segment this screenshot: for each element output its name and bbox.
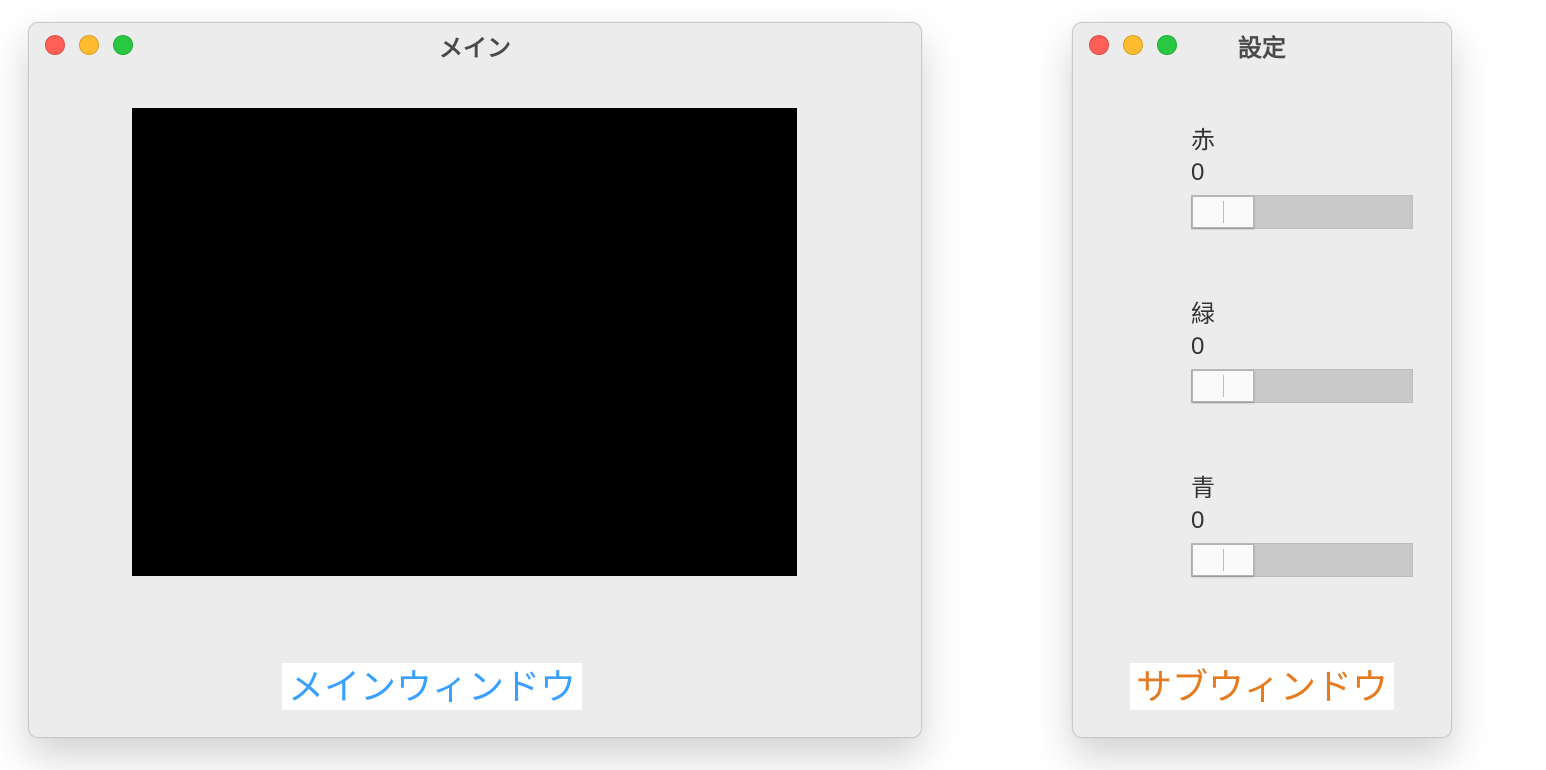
sub-window: 設定 赤 0 緑 0 青 0 [1072,22,1452,738]
sub-window-caption: サブウィンドウ [1130,663,1394,710]
zoom-icon[interactable] [113,35,133,55]
sub-window-title: 設定 [1238,28,1286,63]
slider-label-blue: 青 [1191,476,1471,502]
minimize-icon[interactable] [1123,35,1143,55]
slider-group-red: 赤 0 [1191,128,1471,229]
slider-value-green: 0 [1191,334,1471,360]
slider-green[interactable] [1191,369,1413,403]
slider-value-blue: 0 [1191,508,1471,534]
minimize-icon[interactable] [79,35,99,55]
main-window: メイン [28,22,922,738]
slider-group-green: 緑 0 [1191,302,1471,403]
slider-thumb-blue[interactable] [1192,544,1254,576]
main-window-title: メイン [439,28,511,63]
zoom-icon[interactable] [1157,35,1177,55]
slider-label-green: 緑 [1191,302,1471,328]
close-icon[interactable] [1089,35,1109,55]
sub-window-titlebar[interactable]: 設定 [1073,23,1451,68]
slider-blue[interactable] [1191,543,1413,577]
slider-thumb-green[interactable] [1192,370,1254,402]
main-window-body [29,68,921,738]
main-window-titlebar[interactable]: メイン [29,23,921,68]
sub-window-body: 赤 0 緑 0 青 0 [1073,68,1451,738]
slider-thumb-red[interactable] [1192,196,1254,228]
slider-group-blue: 青 0 [1191,476,1471,577]
color-preview-canvas [132,108,797,576]
traffic-lights-main [45,23,133,67]
traffic-lights-sub [1089,23,1177,67]
close-icon[interactable] [45,35,65,55]
slider-red[interactable] [1191,195,1413,229]
slider-value-red: 0 [1191,160,1471,186]
slider-label-red: 赤 [1191,128,1471,154]
main-window-caption: メインウィンドウ [282,663,582,710]
